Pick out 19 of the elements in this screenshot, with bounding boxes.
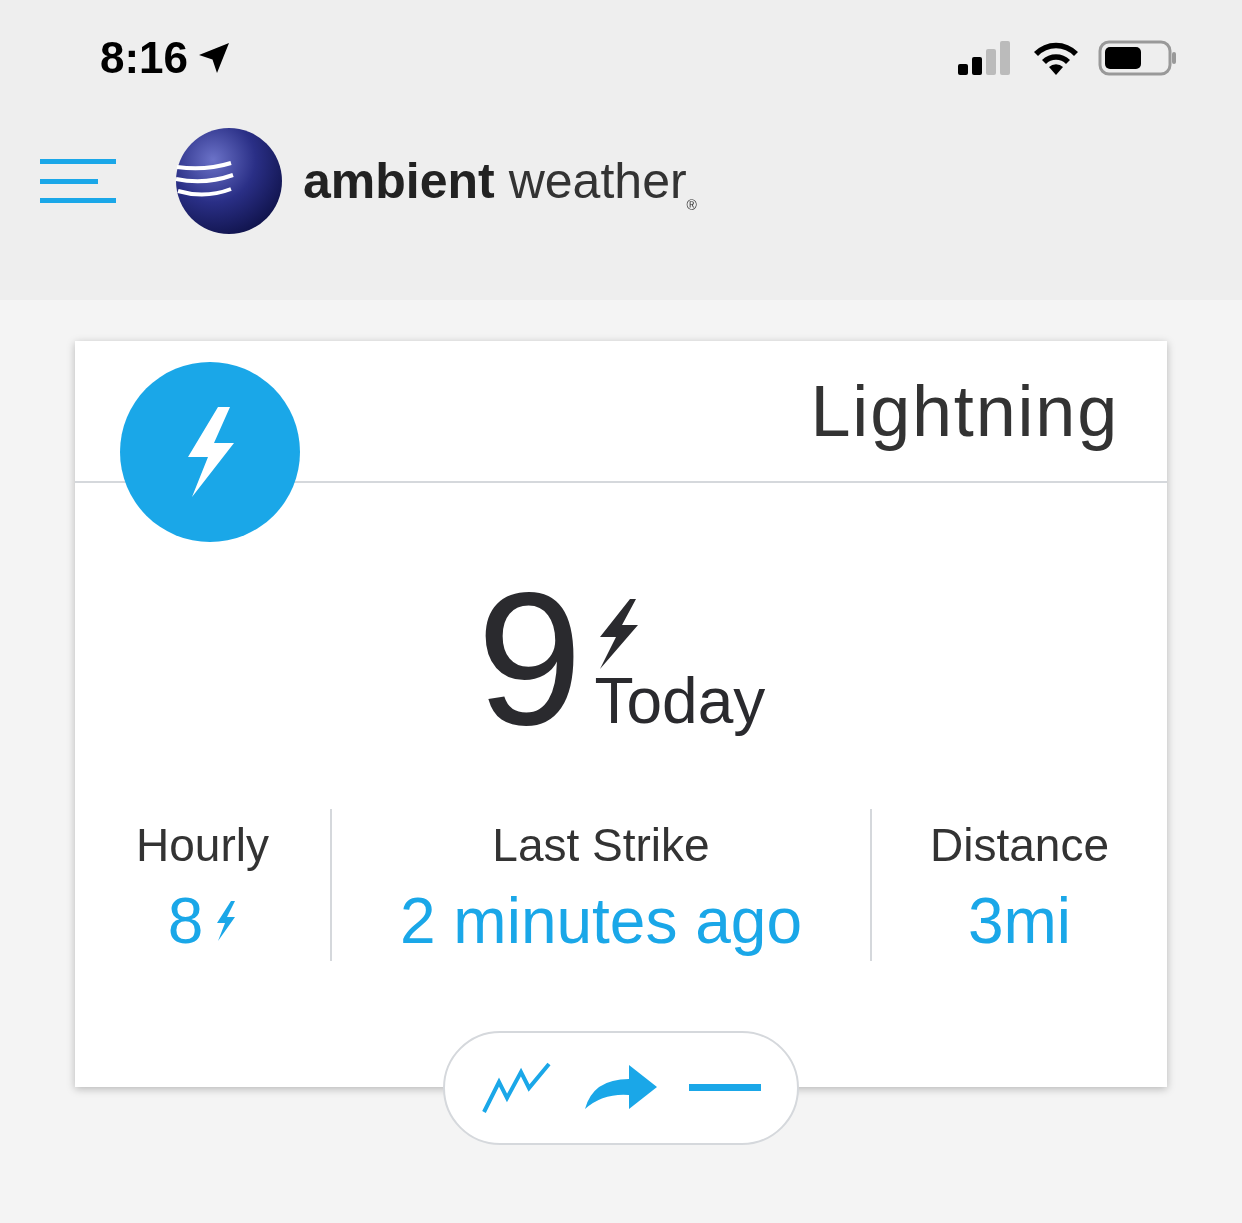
battery-icon xyxy=(1098,39,1178,77)
globe-logo-icon xyxy=(175,127,283,235)
card-title: Lightning xyxy=(810,370,1119,453)
stat-value: 3mi xyxy=(967,888,1072,953)
lightning-bolt-icon xyxy=(215,900,238,941)
today-count: 9 xyxy=(476,583,583,733)
stat-value: 8 xyxy=(167,888,204,953)
chart-icon[interactable] xyxy=(481,1060,553,1116)
stat-label: Hourly xyxy=(136,818,269,874)
menu-button[interactable] xyxy=(40,159,118,203)
stat-label: Distance xyxy=(930,818,1109,874)
brand-name: ambient xyxy=(303,156,495,206)
wifi-icon xyxy=(1032,40,1080,76)
status-time: 8:16 xyxy=(100,36,189,80)
stat-label: Last Strike xyxy=(492,818,710,874)
brand-name: weather xyxy=(508,156,687,206)
registered-mark: ® xyxy=(686,197,697,215)
share-arrow-icon[interactable] xyxy=(583,1065,659,1111)
minus-icon[interactable] xyxy=(689,1084,761,1092)
